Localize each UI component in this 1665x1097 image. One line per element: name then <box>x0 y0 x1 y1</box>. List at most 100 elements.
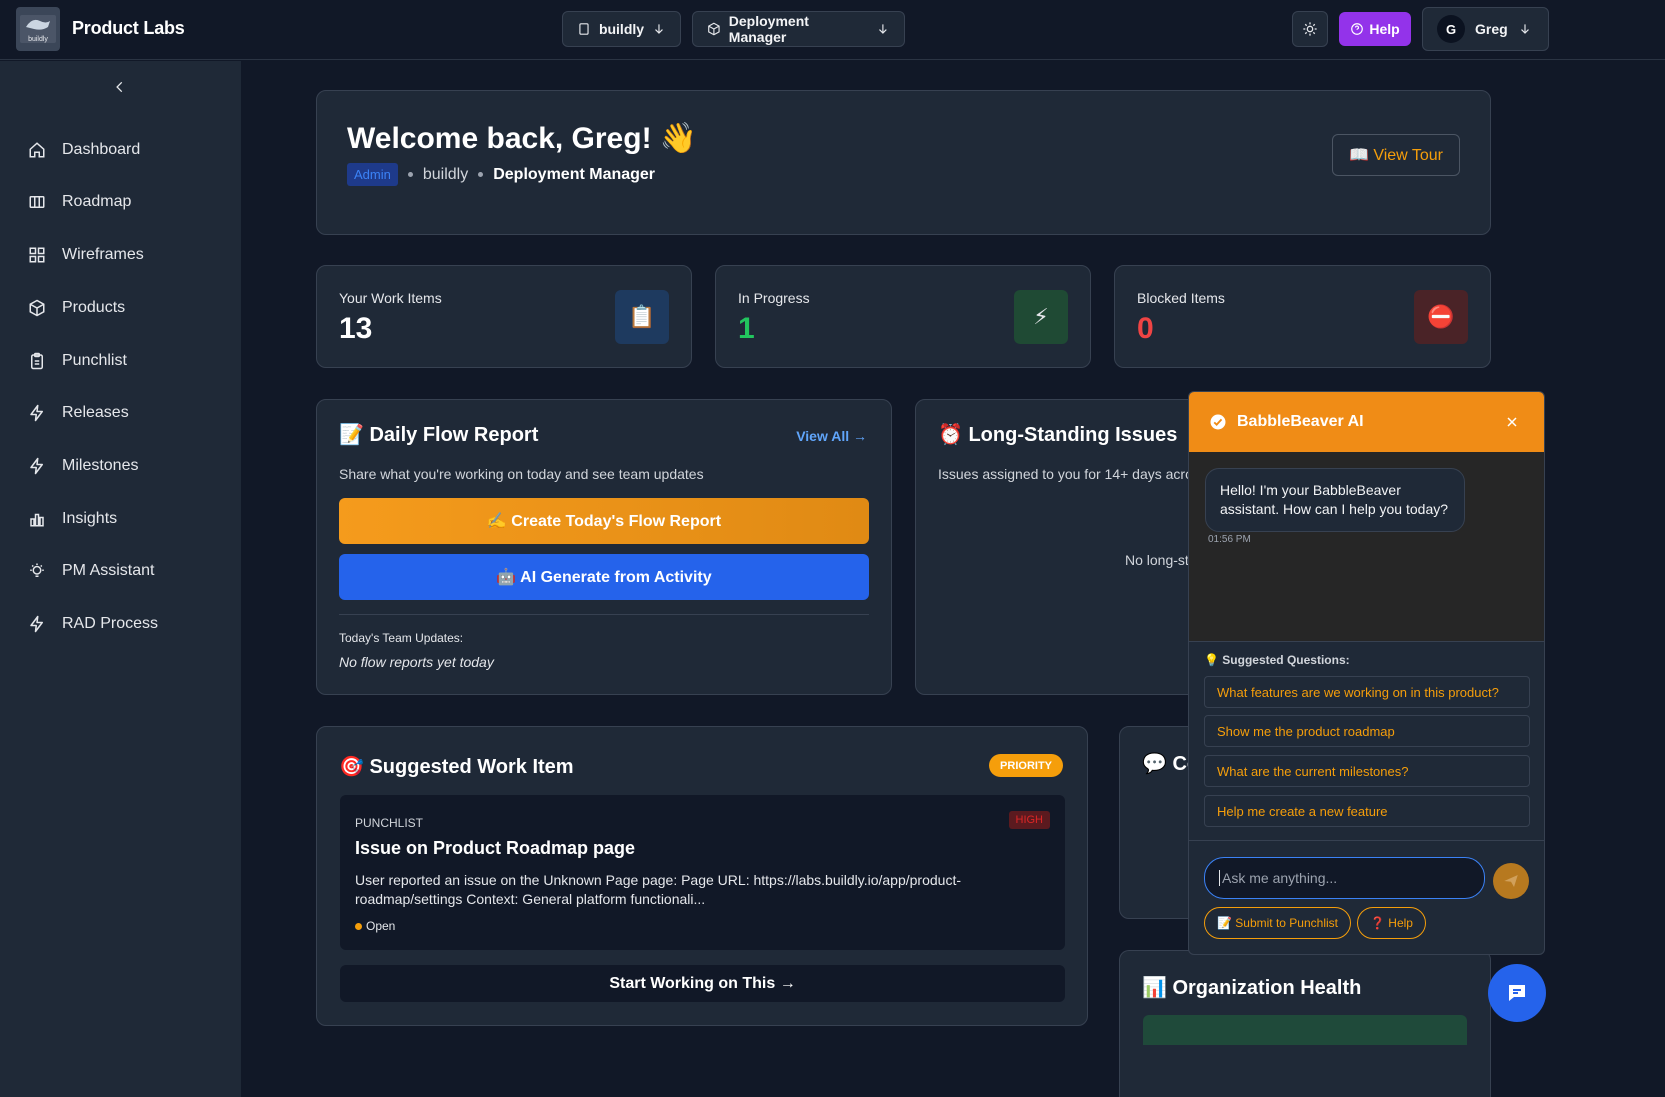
daily-flow-card: 📝 Daily Flow Report View All → Share wha… <box>316 399 892 695</box>
bar-chart-icon <box>30 513 44 527</box>
suggested-question[interactable]: Help me create a new feature <box>1204 795 1530 827</box>
sidebar-item-label: Insights <box>62 510 118 527</box>
send-icon <box>1504 875 1518 887</box>
bolt-icon <box>30 457 43 475</box>
create-flow-report-button[interactable]: ✍️ Create Today's Flow Report <box>339 498 869 544</box>
health-banner <box>1143 1015 1467 1045</box>
breadcrumb-org: buildly <box>422 165 469 183</box>
org-health-card: 📊 Organization Health <box>1119 950 1491 1097</box>
card-title: 📊 Organization Health <box>1142 977 1362 999</box>
chevron-left-icon <box>116 81 123 93</box>
stat-card-work-items: Your Work Items 13 📋 <box>316 265 692 368</box>
user-menu-button[interactable]: G Greg <box>1422 7 1549 51</box>
sidebar-item-label: RAD Process <box>62 615 159 632</box>
sidebar-item-label: PM Assistant <box>62 562 155 579</box>
no-entry-icon: ⛔ <box>1414 290 1468 344</box>
suggested-question[interactable]: Show me the product roadmap <box>1204 715 1530 747</box>
user-name: Greg <box>1475 21 1508 37</box>
sidebar-item-products[interactable]: Products <box>28 291 228 325</box>
org-select[interactable]: buildly <box>562 11 681 47</box>
chat-toggle-button[interactable] <box>1488 964 1546 1022</box>
suggested-question[interactable]: What are the current milestones? <box>1204 755 1530 787</box>
sidebar-item-punchlist[interactable]: Punchlist <box>28 344 228 378</box>
stat-value: 0 <box>1137 312 1154 345</box>
empty-state: No long-st <box>1125 552 1189 568</box>
card-title: 📝 Daily Flow Report <box>339 424 539 446</box>
help-button[interactable]: Help <box>1339 12 1411 46</box>
chat-help-button[interactable]: ❓ Help <box>1357 907 1426 939</box>
sidebar-item-roadmap[interactable]: Roadmap <box>28 185 228 219</box>
sidebar-item-label: Releases <box>62 404 129 421</box>
chat-messages: Hello! I'm your BabbleBeaver assistant. … <box>1189 452 1544 642</box>
sidebar-item-insights[interactable]: Insights <box>28 502 228 536</box>
product-select-label: Deployment Manager <box>728 13 809 45</box>
long-standing-card: ⏰ Long-Standing Issues Issues assigned t… <box>915 399 1235 695</box>
sidebar-item-dashboard[interactable]: Dashboard <box>28 133 228 167</box>
grid-icon <box>29 247 45 263</box>
stat-value: 13 <box>339 312 373 345</box>
app-logo[interactable]: buildly <box>16 7 60 51</box>
sidebar-item-milestones[interactable]: Milestones <box>28 449 228 483</box>
lightbulb-icon <box>30 563 44 577</box>
app-title: Product Labs <box>72 18 185 38</box>
team-updates-label: Today's Team Updates: <box>339 631 464 645</box>
item-title: Issue on Product Roadmap page <box>355 838 636 858</box>
close-icon[interactable] <box>1506 416 1518 428</box>
box-icon <box>29 299 45 317</box>
high-priority-badge: HIGH <box>1008 811 1050 829</box>
stat-value: 1 <box>738 312 755 345</box>
sidebar-item-pm-assistant[interactable]: PM Assistant <box>28 554 228 588</box>
separator-dot <box>478 172 484 177</box>
send-button[interactable] <box>1493 863 1529 899</box>
sidebar-item-releases[interactable]: Releases <box>28 396 228 430</box>
sidebar-item-rad-process[interactable]: RAD Process <box>28 607 228 641</box>
divider <box>1189 840 1544 841</box>
sidebar-item-label: Dashboard <box>62 141 141 158</box>
clipboard-icon <box>31 352 43 370</box>
clipboard-icon: 📋 <box>615 290 669 344</box>
page-title: Welcome back, Greg! 👋 <box>347 122 698 155</box>
collapse-sidebar-button[interactable] <box>108 75 132 99</box>
text-cursor <box>1219 870 1220 886</box>
card-subtitle: Share what you're working on today and s… <box>339 466 704 482</box>
welcome-card: Welcome back, Greg! 👋 Admin buildly Depl… <box>316 90 1491 235</box>
sidebar-item-label: Punchlist <box>62 352 127 369</box>
bolt-icon <box>30 615 43 633</box>
help-button-label: Help <box>1369 21 1400 37</box>
chat-bubble-icon <box>1509 985 1525 1001</box>
chat-input[interactable]: Ask me anything... <box>1204 857 1485 899</box>
sidebar-item-wireframes[interactable]: Wireframes <box>28 238 228 272</box>
card-title: ⏰ Long-Standing Issues <box>938 424 1178 446</box>
breadcrumb: Admin buildly Deployment Manager <box>347 163 655 186</box>
theme-toggle-button[interactable] <box>1292 11 1328 47</box>
stat-label: In Progress <box>738 290 810 306</box>
divider <box>339 614 869 615</box>
view-tour-button[interactable]: 📖 View Tour <box>1332 134 1460 176</box>
ai-generate-button[interactable]: 🤖 AI Generate from Activity <box>339 554 869 600</box>
card-subtitle: Issues assigned to you for 14+ days acro <box>938 466 1193 482</box>
sidebar-item-label: Roadmap <box>62 193 132 210</box>
arrow-down-icon <box>879 24 887 34</box>
org-select-label: buildly <box>598 21 645 37</box>
columns-icon <box>29 196 45 208</box>
work-item[interactable]: PUNCHLIST HIGH Issue on Product Roadmap … <box>340 795 1065 950</box>
start-working-button[interactable]: Start Working on This → <box>340 965 1065 1002</box>
suggested-question[interactable]: What features are we working on in this … <box>1204 676 1530 708</box>
file-icon <box>579 23 589 35</box>
box-icon <box>708 22 720 36</box>
product-select[interactable]: Deployment Manager <box>692 11 905 47</box>
card-title: 🎯 Suggested Work Item <box>339 756 574 778</box>
sun-icon <box>1303 22 1317 36</box>
view-all-link[interactable]: View All → <box>796 428 867 444</box>
stat-label: Your Work Items <box>339 290 442 306</box>
item-category: PUNCHLIST <box>355 816 424 830</box>
lightning-icon: ⚡ <box>1014 290 1068 344</box>
submit-to-punchlist-button[interactable]: 📝 Submit to Punchlist <box>1204 907 1351 939</box>
home-icon <box>29 142 45 158</box>
chat-input-placeholder: Ask me anything... <box>1222 870 1338 886</box>
sidebar-item-label: Milestones <box>62 457 139 474</box>
suggested-work-card: 🎯 Suggested Work Item PRIORITY PUNCHLIST… <box>316 726 1088 1026</box>
separator-dot <box>407 172 413 177</box>
status-badge: Open <box>355 919 395 933</box>
stat-card-blocked: Blocked Items 0 ⛔ <box>1114 265 1491 368</box>
